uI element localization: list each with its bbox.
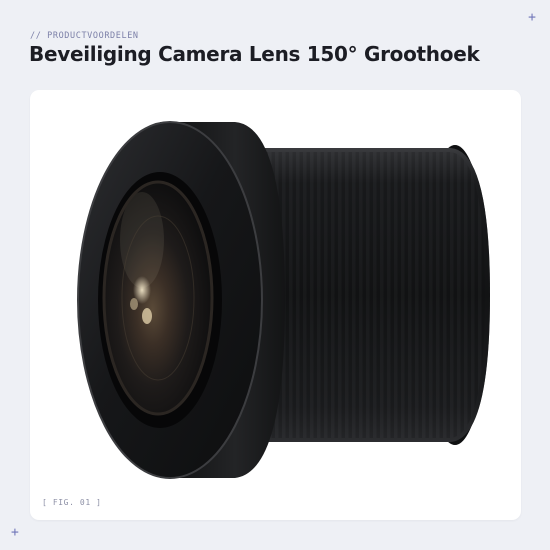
figure-label: [ FIG. 01 ] (42, 498, 102, 507)
page-title: Beveiliging Camera Lens 150° Groothoek (29, 42, 480, 66)
product-image-card: [ FIG. 01 ] (30, 90, 521, 520)
page: + + // PRODUCTVOORDELEN Beveiliging Came… (0, 0, 550, 550)
product-image (77, 121, 490, 479)
plus-icon: + (528, 10, 536, 25)
plus-icon: + (11, 525, 19, 540)
section-eyebrow: // PRODUCTVOORDELEN (30, 31, 139, 41)
